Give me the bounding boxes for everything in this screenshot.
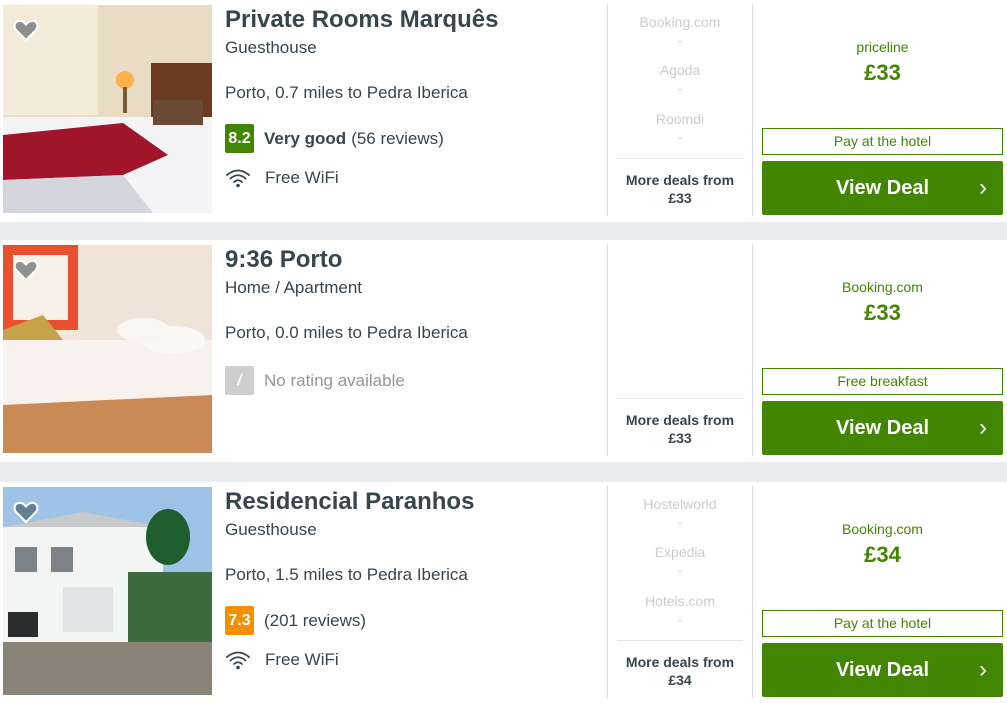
deal-price: - [677,33,683,48]
wifi-icon [226,651,250,670]
hotel-photo[interactable] [3,245,212,453]
review-count: (56 reviews) [351,128,444,148]
hotel-photo[interactable] [3,487,212,695]
wifi-icon [226,169,250,188]
more-deals-label: More deals from [625,412,735,428]
deal-provider: priceline [856,39,909,55]
best-deal: priceline £33 Pay at the hotel View Deal… [762,0,1003,222]
hotel-info: Residencial Paranhos Guesthouse Porto, 1… [225,482,605,703]
deal-price: £33 [864,60,901,85]
deal-provider[interactable]: Hostelworld [617,496,743,512]
more-deals-link[interactable]: More deals from £33 [617,158,743,207]
other-deals: More deals from £33 [617,240,743,462]
divider [752,4,753,216]
rating-block[interactable]: 7.3 (201 reviews) [225,606,366,635]
deal-price: - [677,81,683,96]
more-deals-link[interactable]: More deals from £33 [617,398,743,447]
deal-provider[interactable]: Agoda [617,62,743,78]
deal-provider[interactable]: Expedia [617,544,743,560]
more-deals-label: More deals from [625,172,735,188]
chevron-right-icon: › [979,174,987,201]
view-deal-button[interactable]: View Deal › [762,401,1003,455]
deal-tag: Pay at the hotel [762,610,1003,637]
rating-block: / No rating available [225,366,405,395]
deal-price: - [677,563,683,578]
deal-provider: Booking.com [842,521,923,537]
divider [607,4,608,216]
deal-provider[interactable]: Booking.com [617,14,743,30]
more-deals-price: £33 [668,430,692,446]
divider [752,244,753,456]
chevron-right-icon: › [979,414,987,441]
rating-word: Very good [264,128,347,148]
hotel-location: Porto, 0.0 miles to Pedra Iberica [225,323,468,342]
hotel-photo[interactable] [3,5,212,213]
more-deals-price: £33 [668,190,692,206]
more-deals-price: £34 [668,672,692,688]
view-deal-label: View Deal [835,659,930,681]
deal-price: - [677,612,683,627]
deal-price: £33 [864,300,901,325]
deal-provider[interactable]: Roomdi [617,111,743,127]
rating-block[interactable]: 8.2 Very good (56 reviews) [225,124,444,153]
hotel-name[interactable]: Private Rooms Marquês [225,6,498,34]
deal-provider: Booking.com [842,279,923,295]
review-count: (201 reviews) [264,610,367,630]
amenity: Free WiFi [225,168,339,188]
more-deals-label: More deals from [625,654,735,670]
hotel-info: 9:36 Porto Home / Apartment Porto, 0.0 m… [225,240,605,462]
amenity-label: Free WiFi [265,650,339,669]
heart-icon[interactable] [13,17,39,43]
best-deal: Booking.com £33 Free breakfast View Deal… [762,240,1003,462]
deal-price: £34 [864,542,901,567]
hotel-info: Private Rooms Marquês Guesthouse Porto, … [225,0,605,222]
deal-provider[interactable]: Hotels.com [617,593,743,609]
hotel-name[interactable]: Residencial Paranhos [225,488,474,516]
view-deal-label: View Deal [835,417,930,439]
amenity: Free WiFi [225,650,339,670]
hotel-type: Guesthouse [225,520,317,539]
deal-tag: Pay at the hotel [762,128,1003,155]
hotel-card: 9:36 Porto Home / Apartment Porto, 0.0 m… [0,240,1007,462]
deal-tag: Free breakfast [762,368,1003,395]
hotel-location: Porto, 1.5 miles to Pedra Iberica [225,565,468,584]
view-deal-label: View Deal [835,177,930,199]
divider [752,486,753,698]
amenity-label: Free WiFi [265,168,339,187]
hotel-location: Porto, 0.7 miles to Pedra Iberica [225,83,468,102]
other-deals: Booking.com - Agoda - Roomdi - More deal… [617,0,743,222]
heart-icon[interactable] [13,257,39,283]
hotel-type: Guesthouse [225,38,317,57]
rating-score: 8.2 [225,124,254,153]
heart-icon[interactable] [13,499,39,525]
hotel-name[interactable]: 9:36 Porto [225,246,342,274]
rating-score: / [225,366,254,395]
best-deal: Booking.com £34 Pay at the hotel View De… [762,482,1003,703]
divider [607,486,608,698]
rating-score: 7.3 [225,606,254,635]
no-rating-text: No rating available [264,370,405,390]
chevron-right-icon: › [979,656,987,683]
view-deal-button[interactable]: View Deal › [762,161,1003,215]
hotel-card: Residencial Paranhos Guesthouse Porto, 1… [0,482,1007,703]
divider [607,244,608,456]
more-deals-link[interactable]: More deals from £34 [617,640,743,689]
deal-price: - [677,130,683,145]
hotel-card: Private Rooms Marquês Guesthouse Porto, … [0,0,1007,222]
hotel-type: Home / Apartment [225,278,363,297]
view-deal-button[interactable]: View Deal › [762,643,1003,697]
deal-price: - [677,515,683,530]
other-deals: Hostelworld - Expedia - Hotels.com - Mor… [617,482,743,703]
